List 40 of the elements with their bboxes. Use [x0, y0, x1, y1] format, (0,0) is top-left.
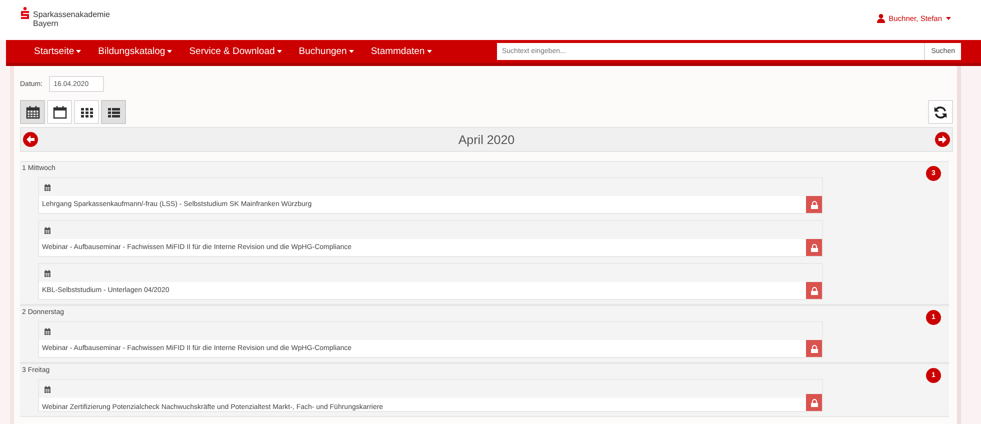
lock-button[interactable]	[806, 239, 822, 256]
grid-icon	[80, 106, 94, 118]
calendar-icon	[44, 184, 51, 190]
caret-icon	[426, 50, 432, 53]
lock-icon	[810, 200, 818, 208]
month-view-button[interactable]	[20, 100, 45, 124]
calendar-icon	[44, 328, 51, 334]
calendar-icon	[44, 386, 51, 392]
month-title: April 2020	[458, 132, 515, 146]
nav-menu-item[interactable]: Stammdaten	[370, 46, 432, 57]
caret-icon	[167, 50, 172, 53]
lock-button[interactable]	[806, 196, 822, 213]
lock-icon	[810, 344, 818, 352]
lock-button[interactable]	[806, 340, 822, 357]
lock-button[interactable]	[806, 394, 822, 411]
lock-button[interactable]	[806, 282, 822, 299]
calendar-icon	[44, 270, 51, 276]
day-view-button[interactable]	[47, 100, 72, 124]
lock-icon	[810, 286, 818, 294]
caret-icon	[76, 50, 82, 53]
lock-icon	[810, 398, 818, 406]
refresh-button[interactable]	[928, 100, 953, 124]
nav-menu-item[interactable]: Startseite	[34, 46, 82, 57]
caret-icon	[946, 17, 951, 20]
user-icon	[876, 14, 885, 23]
calendar-icon	[52, 106, 66, 118]
nav-menu-item[interactable]: Service & Download	[189, 46, 282, 57]
logo-text: Sparkassenakademie Bayern	[33, 10, 110, 28]
calendar-icon	[44, 226, 51, 234]
calendar-grid-icon	[26, 106, 40, 118]
caret-icon	[276, 50, 282, 53]
list-icon	[106, 106, 120, 118]
grid-view-button[interactable]	[74, 100, 99, 124]
refresh-icon	[933, 104, 948, 120]
lock-icon	[810, 244, 818, 252]
nav-menu-item[interactable]: Buchungen	[298, 46, 354, 57]
caret-icon	[348, 50, 354, 53]
logo-icon	[20, 7, 30, 19]
list-view-button[interactable]	[101, 100, 126, 124]
nav-menu-item[interactable]: Bildungskatalog	[98, 46, 172, 57]
